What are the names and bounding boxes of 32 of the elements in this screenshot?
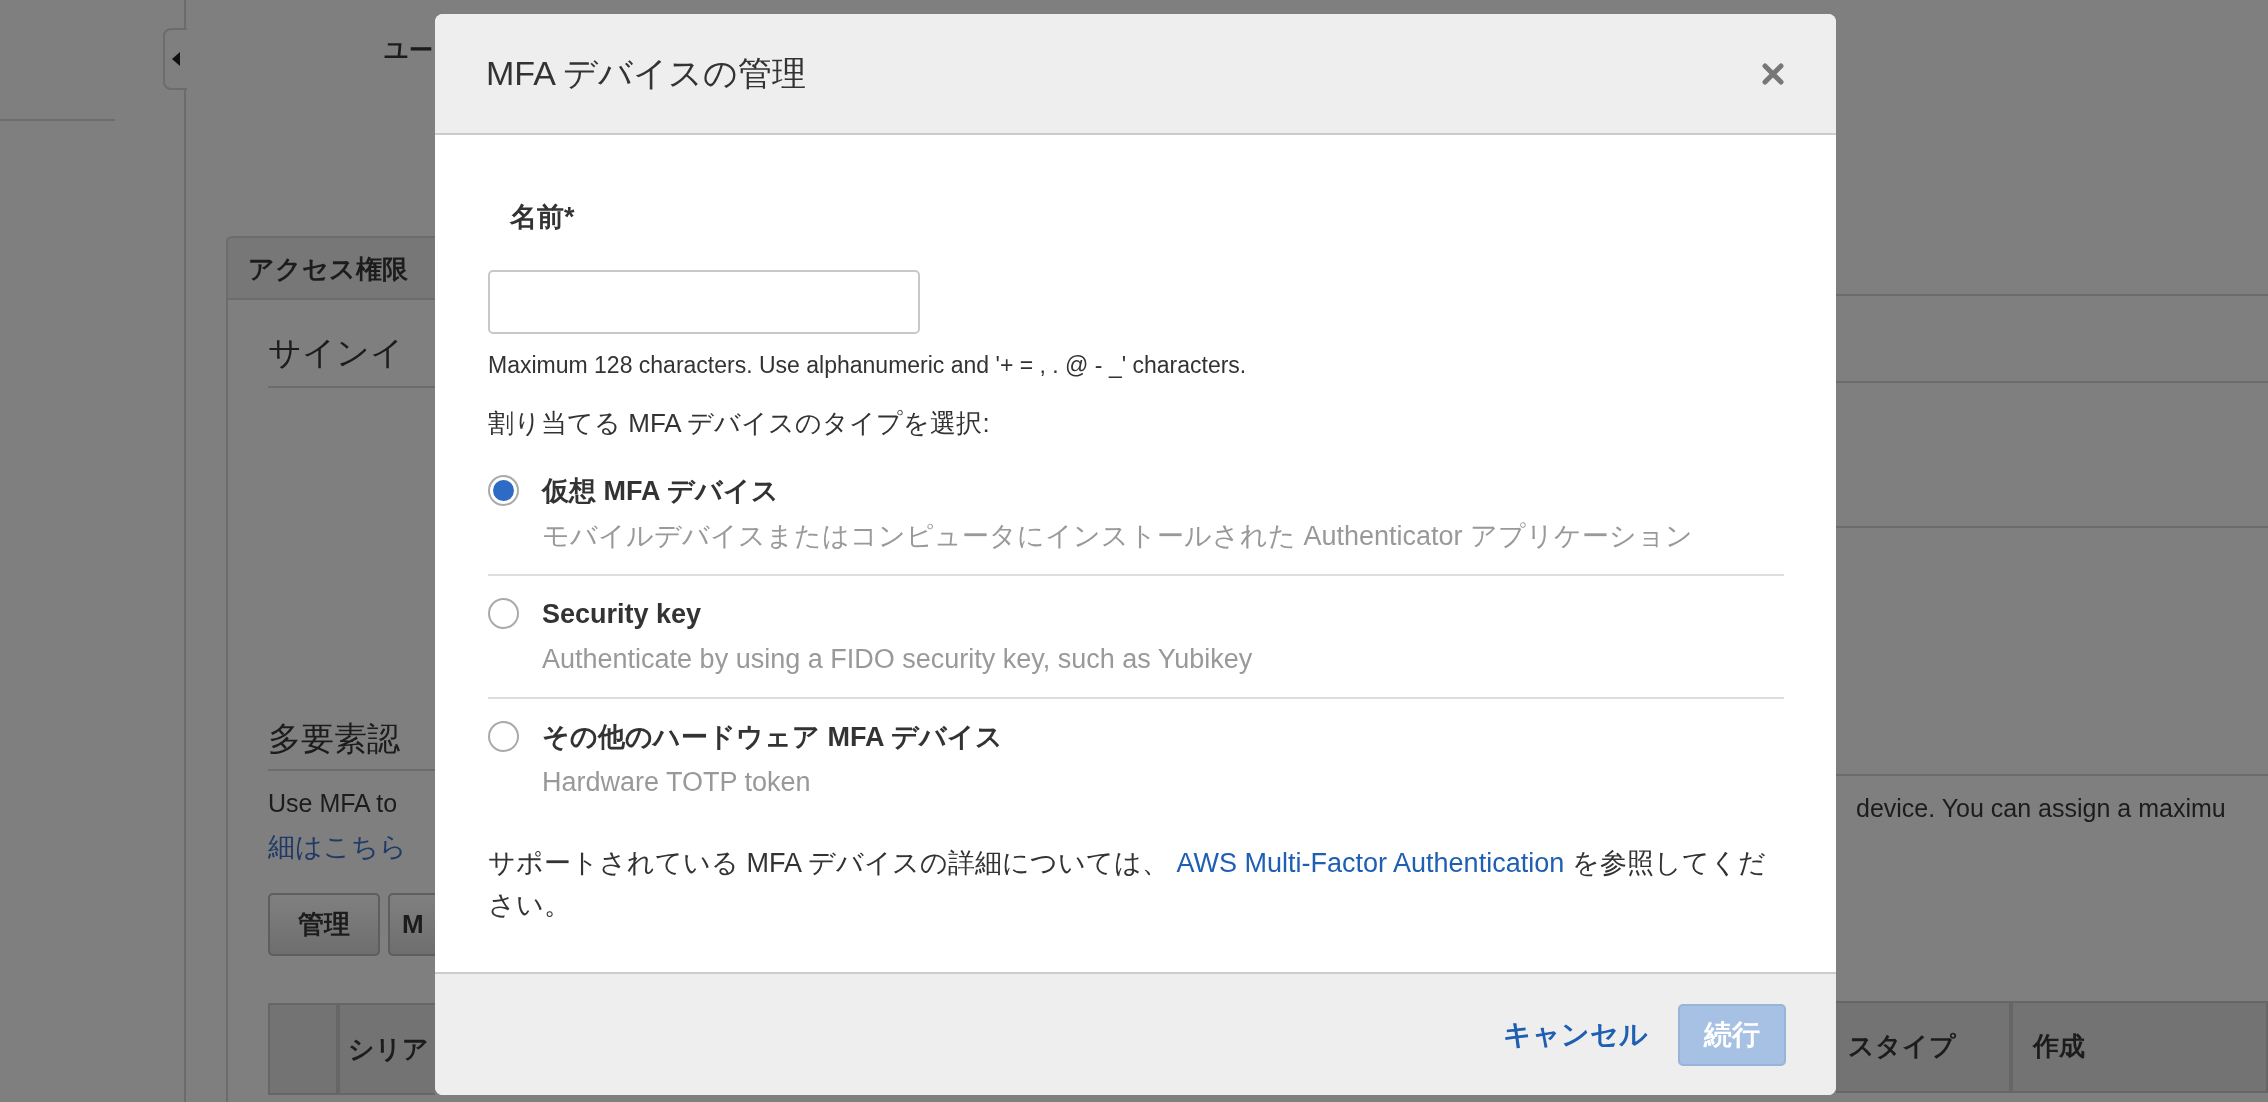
column-header: 作成: [2033, 1030, 2086, 1063]
field-label: 名前*: [510, 201, 575, 234]
dialog-title: MFA デバイスの管理: [486, 53, 807, 94]
option-title: 仮想 MFA デバイス: [542, 475, 779, 508]
info-text: サポートされている MFA デバイスの詳細については、 AWS Multi-Factor Authentication を参照してください。: [488, 847, 1767, 922]
radio-button[interactable]: [488, 721, 519, 752]
radio-button[interactable]: [488, 475, 519, 506]
type-prompt: 割り当てる MFA デバイスのタイプを選択:: [488, 407, 990, 440]
manage-button[interactable]: 管理: [268, 893, 380, 956]
collapse-tab[interactable]: [163, 28, 187, 90]
option-title: Security key: [542, 598, 702, 631]
cancel-button[interactable]: キャンセル: [1503, 1009, 1648, 1060]
option-description: Hardware TOTP token: [542, 765, 811, 799]
column-header: シリア: [348, 1032, 429, 1066]
option-description: Authenticate by using a FIDO security key, such as Yubikey: [542, 642, 1253, 676]
tab[interactable]: アクセス権限: [226, 236, 435, 298]
option-title: その他のハードウェア MFA デバイス: [542, 721, 1003, 754]
column-header: スタイプ: [1848, 1030, 1956, 1063]
caret-icon: [171, 51, 181, 67]
description-text: Use MFA to: [268, 789, 398, 817]
section-heading: 多要素認: [268, 719, 400, 757]
description-text: device. You can assign a maximu: [1856, 794, 2226, 822]
section-heading: サインイ: [268, 334, 404, 371]
option-description: モバイルデバイスまたはコンピュータにインストールされた Authenticator アプリケーション: [542, 519, 1694, 553]
documentation-link[interactable]: AWS Multi-Factor Authentication: [1176, 848, 1565, 878]
name-field[interactable]: [488, 269, 920, 334]
learn-more-link[interactable]: 細はこちら: [268, 831, 407, 862]
action-button[interactable]: M: [388, 893, 435, 956]
close-icon[interactable]: [1762, 62, 1784, 85]
page-heading: ユー: [384, 36, 433, 63]
radio-button[interactable]: [488, 598, 519, 629]
field-hint: Maximum 128 characters. Use alphanumeric and '+ = , . @ - _' characters.: [488, 350, 1247, 380]
